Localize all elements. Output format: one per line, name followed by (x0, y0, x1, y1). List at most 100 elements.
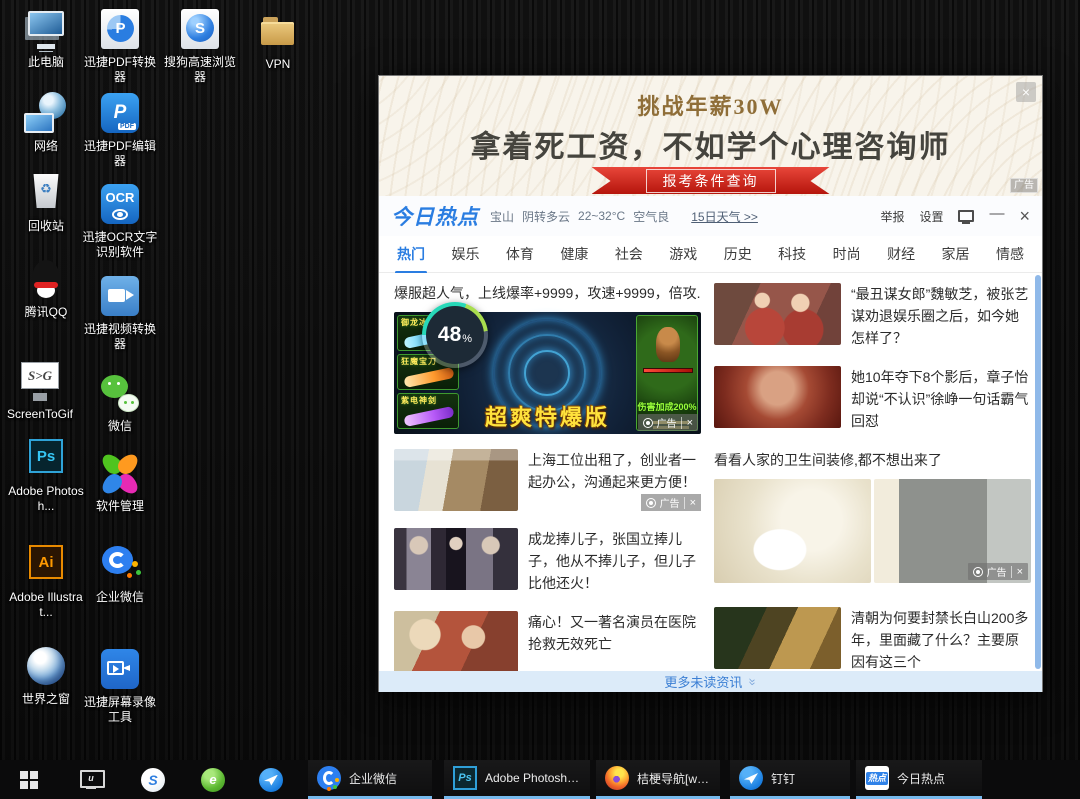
firefox-icon (605, 766, 629, 790)
news-column-right: “最丑谋女郎”魏敏芝，被张艺谋劝退娱乐圈之后，如今她怎样了？ 她10年夺下8个影后… (714, 283, 1032, 671)
ad-badge[interactable]: 广告 × (968, 563, 1028, 580)
ad-headline-small: 挑战年薪30W (379, 89, 1042, 121)
weather-city: 宝山 (490, 208, 514, 225)
ad-badge[interactable]: 广告 × (641, 494, 701, 511)
titlebar-actions: 举报 设置 — × (880, 206, 1030, 227)
desktop-icon-ocr[interactable]: OCR迅捷OCR文字识别软件 (80, 183, 160, 260)
desktop-icon-wechat[interactable]: 微信 (80, 372, 160, 434)
boss-figure (656, 327, 680, 362)
tab-健康[interactable]: 健康 (558, 235, 590, 273)
tab-娱乐[interactable]: 娱乐 (449, 235, 481, 273)
desktop-icon-pdf-converter[interactable]: P迅捷PDF转换器 (80, 8, 160, 85)
tab-历史[interactable]: 历史 (722, 235, 754, 273)
app-logo: 今日热点 (391, 201, 479, 231)
ad-close-icon[interactable]: × (1011, 566, 1023, 578)
wework-icon (317, 766, 341, 790)
news-title: 成龙捧儿子，张国立捧儿子，他从不捧儿子，但儿子比他还火！ (528, 528, 701, 594)
ad-badge-label: 广告 (657, 415, 677, 430)
news-item-ad[interactable]: 看看人家的卫生间装修,都不想出来了广告 × (714, 449, 1032, 583)
browser-360-icon[interactable]: e (192, 760, 234, 799)
taskbar-button-ps[interactable]: PsAdobe Photosho... (444, 760, 590, 799)
tab-游戏[interactable]: 游戏 (667, 235, 699, 273)
desktop-icon-screentogif[interactable]: S>GScreenToGif (0, 360, 80, 422)
desktop-icon-photoshop[interactable]: PsAdobe Photosh... (6, 437, 86, 514)
ad-close-icon[interactable]: × (681, 417, 693, 429)
desktop-mode-icon[interactable] (958, 210, 974, 222)
news-item[interactable]: 清朝为何要封禁长白山200多年，里面藏了什么？主要原因有这三个 (714, 607, 1032, 671)
desktop-icon-network[interactable]: 网络 (6, 92, 86, 154)
banner-close-icon[interactable]: × (1016, 82, 1036, 102)
top-ad-banner[interactable]: 挑战年薪30W 拿着死工资，不如学个心理咨询师 报考条件查询 × 广告 (379, 76, 1042, 196)
desktop-icon-label: 回收站 (6, 219, 86, 234)
ad-badge-label: 广告 (660, 495, 680, 510)
desktop-icon-label: 搜狗高速浏览器 (160, 55, 240, 85)
world-browser-icon (23, 645, 69, 689)
desktop-icon-sogou-browser[interactable]: S搜狗高速浏览器 (160, 8, 240, 85)
desktop-icon-wework[interactable]: 企业微信 (80, 543, 160, 605)
pdf-converter-icon: P (97, 8, 143, 52)
news-item[interactable]: 痛心！又一著名演员在医院抢救无效死亡 (394, 611, 701, 671)
news-item[interactable]: “最丑谋女郎”魏敏芝，被张艺谋劝退娱乐圈之后，如今她怎样了？ (714, 283, 1032, 349)
tab-时尚[interactable]: 时尚 (831, 235, 863, 273)
report-button[interactable]: 举报 (880, 208, 904, 225)
minimize-button[interactable]: — (989, 205, 1004, 222)
desktop-icon-pdf-editor[interactable]: PPDF迅捷PDF编辑器 (80, 92, 160, 169)
taskbar-button-dd[interactable]: 钉钉 (730, 760, 850, 799)
ad-close-icon[interactable]: × (684, 497, 696, 509)
illustrator-icon: Ai (23, 543, 69, 587)
desktop-icon-illustrator[interactable]: AiAdobe Illustrat... (6, 543, 86, 620)
settings-button[interactable]: 设置 (919, 208, 943, 225)
browser-360-icon: e (201, 768, 225, 792)
tab-家居[interactable]: 家居 (940, 235, 972, 273)
ad-badge[interactable]: 广告 × (638, 414, 698, 431)
taskbar-button-label: 企业微信 (349, 770, 397, 787)
ad-badge-label: 广告 (987, 564, 1007, 579)
tab-财经[interactable]: 财经 (885, 235, 917, 273)
news-thumbnail: 广告 × (874, 479, 1031, 583)
start-button[interactable] (8, 760, 50, 799)
boss-hp-bar (643, 368, 693, 373)
weather-condition: 阴转多云 (522, 208, 570, 225)
ad-choices-icon (643, 418, 653, 428)
more-news-footer[interactable]: 更多未读资讯 (379, 671, 1042, 692)
desktop-icon-world-browser[interactable]: 世界之窗 (6, 645, 86, 707)
taskbar-button-hot[interactable]: 热点今日热点 (856, 760, 982, 799)
desktop-icon-software-manager[interactable]: 软件管理 (80, 452, 160, 514)
desktop-icon-screen-recorder[interactable]: 迅捷屏幕录像工具 (80, 648, 160, 725)
weather-forecast-link[interactable]: 15日天气 >> (691, 208, 758, 225)
sogou-browser-icon[interactable]: S (132, 760, 174, 799)
desktop-icon-label: 微信 (80, 419, 160, 434)
monitor-icon[interactable]: u (70, 760, 112, 799)
taskbar-button-ff[interactable]: 桔梗导航[www.jieg... (596, 760, 720, 799)
network-icon (23, 92, 69, 136)
computer-icon (23, 8, 69, 52)
start-button (17, 768, 41, 792)
ad-cta-button[interactable]: 报考条件查询 (592, 167, 830, 194)
news-item[interactable]: 她10年夺下8个影后，章子怡却说“不认识”徐峥一句话霸气回怼 (714, 366, 1032, 432)
desktop-icon-recycle-bin[interactable]: 回收站 (6, 172, 86, 234)
news-item-game-ad[interactable]: 爆服超人气，上线爆率+9999，攻速+9999，倍攻...御龙冰剑狂魔宝刀紫电神… (394, 283, 701, 434)
desktop-icon-computer[interactable]: 此电脑 (6, 8, 86, 70)
desktop-icon-qq[interactable]: 腾讯QQ (6, 258, 86, 320)
dingtalk-icon[interactable] (250, 760, 292, 799)
tab-热门[interactable]: 热门 (395, 235, 427, 273)
tab-情感[interactable]: 情感 (994, 235, 1026, 273)
tab-社会[interactable]: 社会 (613, 235, 645, 273)
desktop-icon-label: 软件管理 (80, 499, 160, 514)
news-thumbnail (714, 366, 841, 428)
vertical-scrollbar[interactable] (1035, 275, 1041, 669)
news-item-ad[interactable]: 上海工位出租了，创业者一起办公，沟通起来更方便！广告× (394, 449, 701, 511)
ad-choices-icon (973, 567, 983, 577)
ad-cta-label: 报考条件查询 (646, 169, 776, 193)
tab-体育[interactable]: 体育 (504, 235, 536, 273)
tab-科技[interactable]: 科技 (776, 235, 808, 273)
desktop-icon-video-converter[interactable]: 迅捷视频转换器 (80, 275, 160, 352)
desktop-icon-label: 迅捷视频转换器 (80, 322, 160, 352)
ad-choices-icon (646, 498, 656, 508)
taskbar-button-ww[interactable]: 企业微信 (308, 760, 432, 799)
close-button[interactable]: × (1019, 206, 1030, 227)
news-item[interactable]: 成龙捧儿子，张国立捧儿子，他从不捧儿子，但儿子比他还火！ (394, 528, 701, 594)
dingtalk-icon (259, 768, 283, 792)
desktop-icon-vpn[interactable]: VPN (238, 10, 318, 72)
news-title: 看看人家的卫生间装修,都不想出来了 (714, 449, 1032, 471)
